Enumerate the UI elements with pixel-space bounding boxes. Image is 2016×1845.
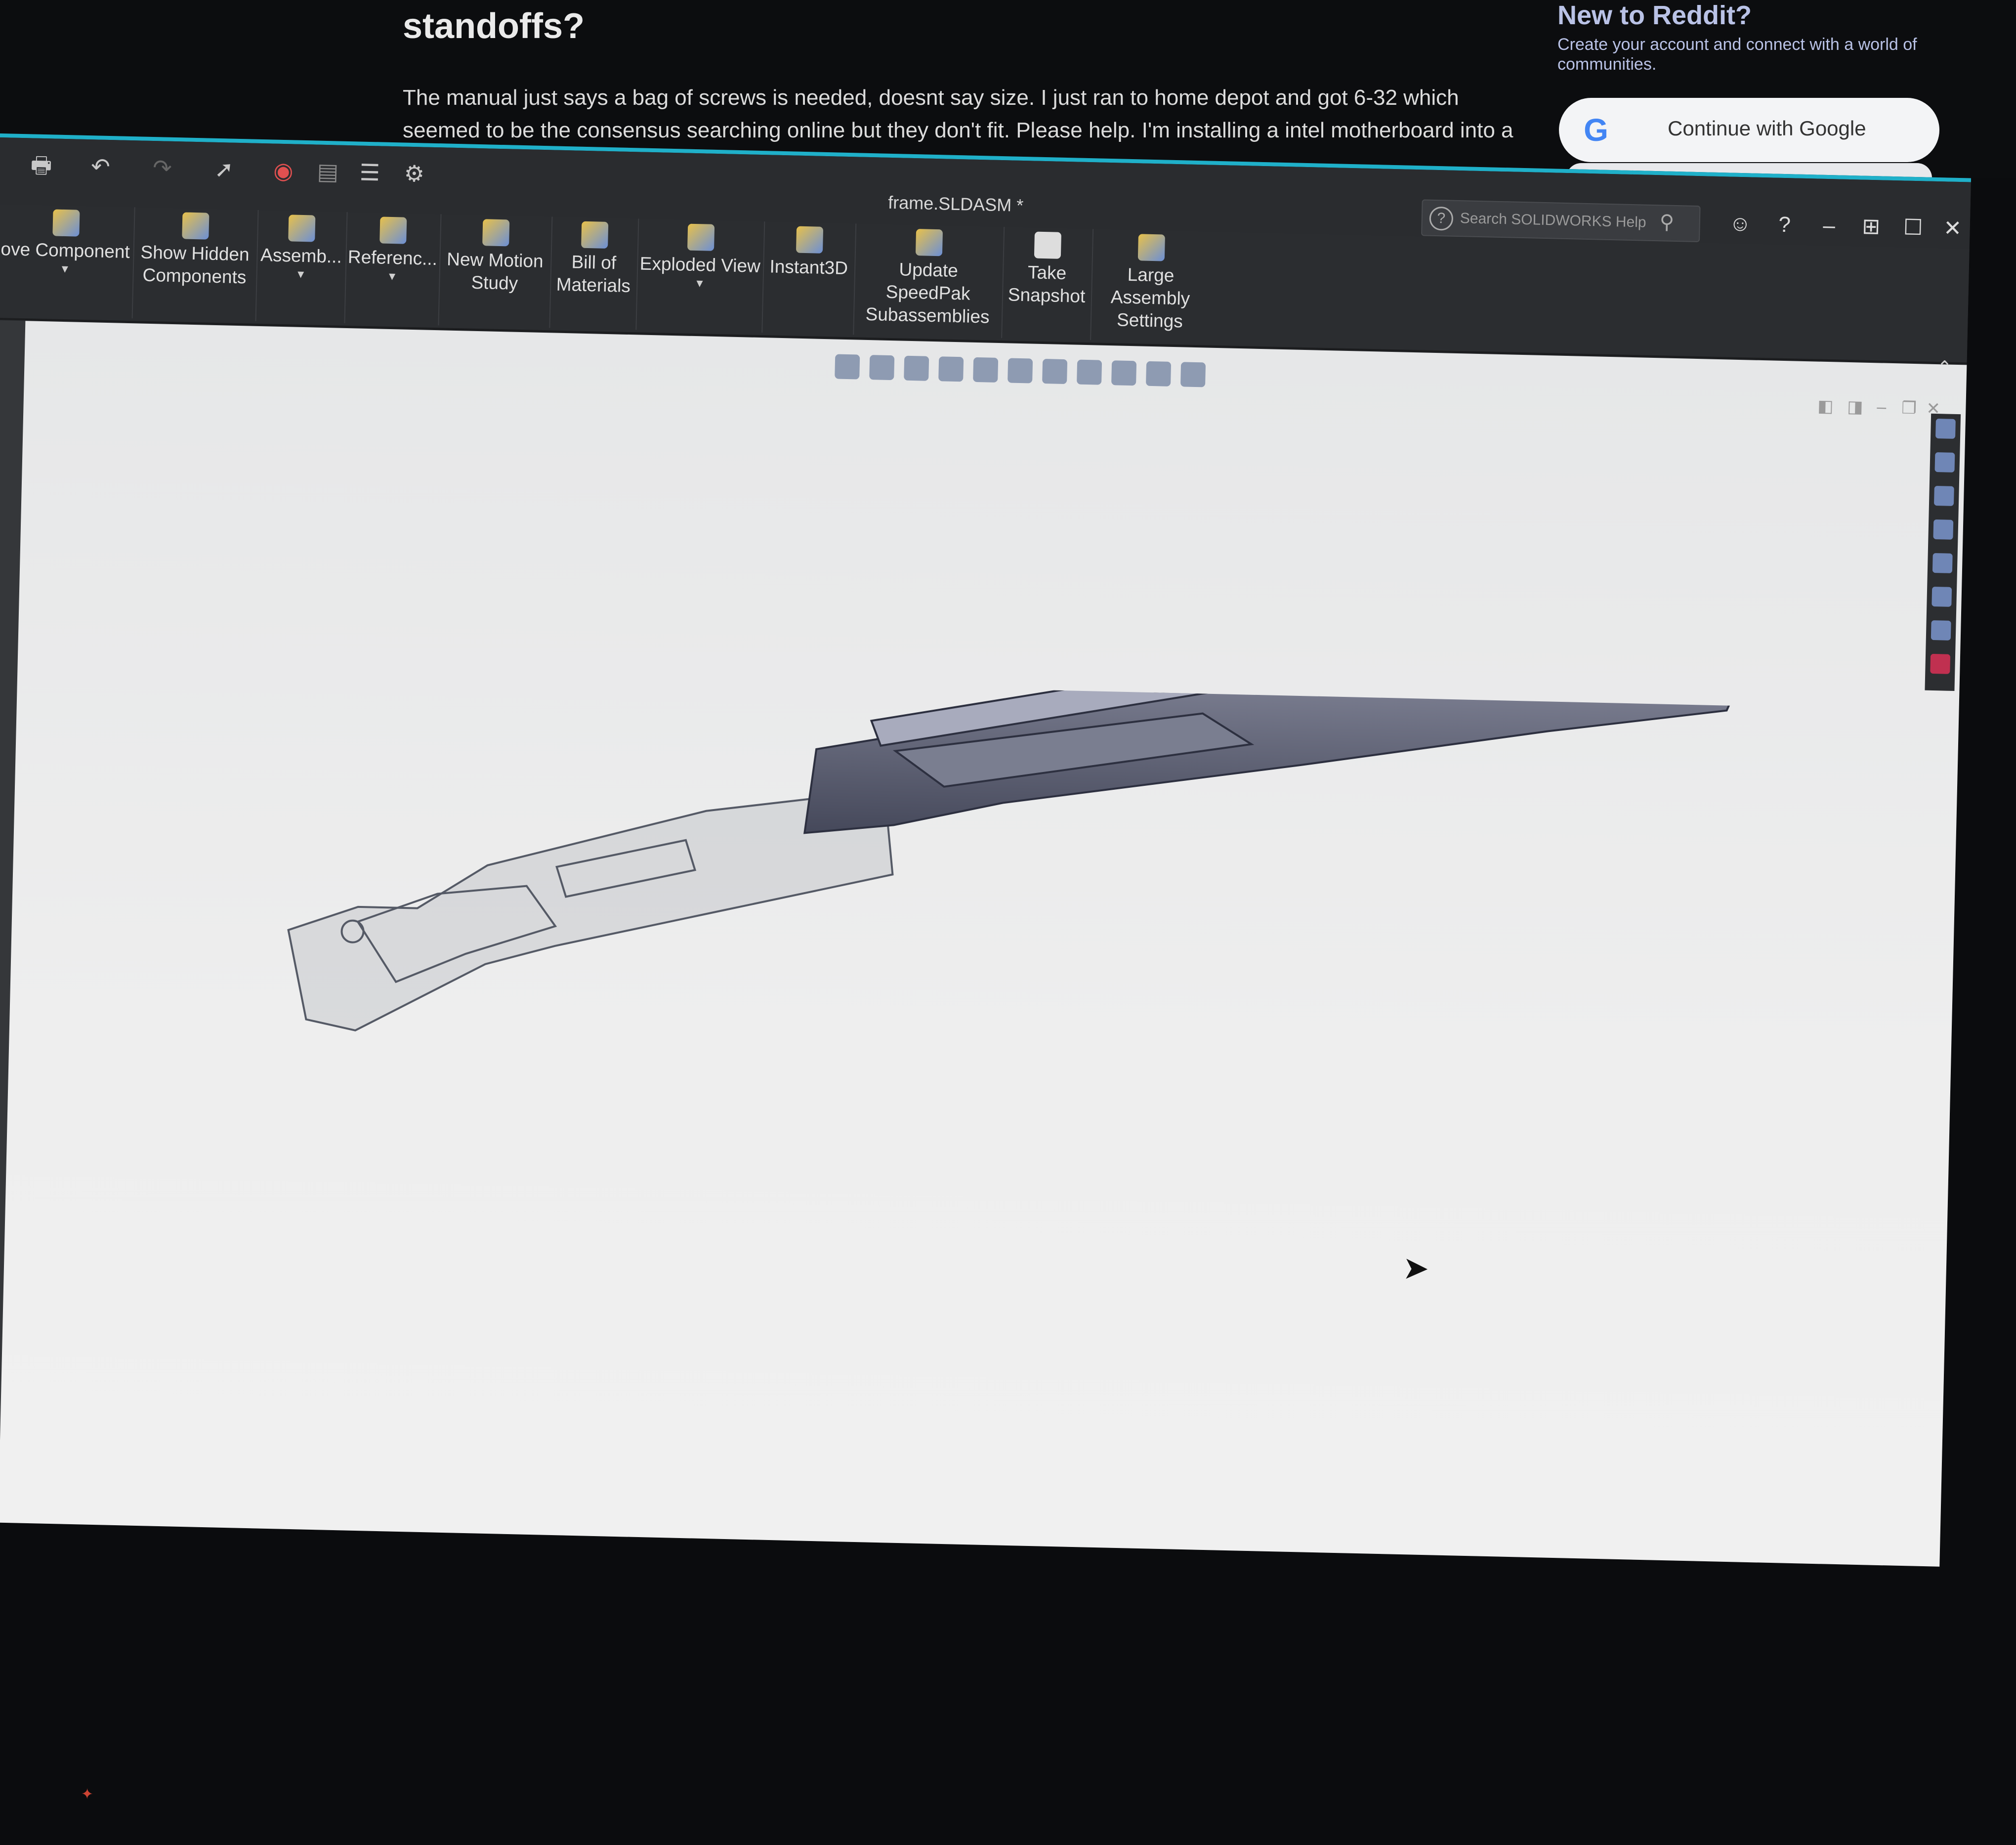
view-settings-icon[interactable] [1180,362,1206,387]
search-icon[interactable]: ⚲ [1659,211,1674,234]
camera-icon [1034,231,1062,259]
assembly-features-icon [288,215,316,242]
solid-frame-part[interactable] [803,671,1770,855]
post-body: The manual just says a bag of screws is … [403,86,1513,142]
sidebar-title: New to Reddit? [1557,0,1752,30]
zoom-to-fit-icon[interactable] [835,354,860,380]
continue-with-google-button[interactable]: G Continue with Google [1559,98,1939,162]
help-menu-icon[interactable]: ? [1767,207,1803,243]
motion-study-icon [482,219,509,247]
bill-of-materials-button[interactable]: Bill of Materials [549,216,639,330]
hide-show-items-icon[interactable] [1077,359,1102,385]
display-style-icon[interactable] [1042,358,1068,385]
redo-icon[interactable]: ↷ [147,152,177,184]
sidebar-text: Create your account and connect with a w… [1557,35,1917,74]
chevron-down-icon[interactable]: ▾ [345,268,439,283]
speedpak-icon [915,229,943,257]
reference-geometry-icon [379,216,407,244]
appearances-icon[interactable] [1932,553,1953,573]
exploded-view-button[interactable]: Exploded View ▾ [635,218,765,333]
chevron-down-icon[interactable]: ▾ [256,266,345,281]
rebuild-icon[interactable]: ◉ [271,154,296,186]
bill-of-materials-icon [581,221,608,249]
file-explorer-icon[interactable] [1933,519,1954,540]
take-snapshot-button[interactable]: Take Snapshot [1001,227,1094,341]
gear-icon[interactable]: ⚙ [399,157,429,189]
transparent-frame-part[interactable] [286,777,894,1043]
resources-icon[interactable] [1934,452,1955,472]
dynamic-annotation-icon[interactable] [973,357,999,383]
post-title: What size screw is needes to screw the m… [403,0,1435,46]
viewport-split2-icon[interactable]: ◨ [1847,397,1863,417]
google-icon: G [1584,112,1608,148]
design-library-icon[interactable] [1933,486,1954,506]
solidworks-community-icon[interactable] [1930,653,1951,674]
undo-icon[interactable]: ↶ [85,150,116,182]
task-pane-tabs [1925,413,1961,691]
custom-properties-icon[interactable] [1932,586,1952,607]
zoom-to-area-icon[interactable] [869,355,895,381]
maximize-icon[interactable]: ☐ [1895,210,1931,246]
new-motion-study-button[interactable]: New Motion Study [438,214,553,328]
viewport-restore-icon[interactable]: ❐ [1901,398,1917,418]
instant3d-icon [796,226,823,254]
mouse-cursor-icon: ➤ [1402,1250,1430,1287]
viewport-minimize-icon[interactable]: – [1877,397,1887,417]
exploded-view-icon [687,223,714,251]
solidworks-window: 🖶 ↶ ↷ ➚ ◉ ▤ ☰ ⚙ frame.SLDASM * ? Search … [0,133,1971,1802]
graphics-viewport[interactable]: ◧ ◨ – ❐ ✕ ➤ ✦ [0,321,1967,1802]
move-component-button[interactable]: ove Component ▾ [0,204,135,319]
show-hidden-components-button[interactable]: Show Hidden Components [131,207,259,321]
options-list-icon[interactable]: ☰ [355,156,385,188]
search-input[interactable]: Search SOLIDWORKS Help [1460,210,1646,231]
help-icon: ? [1429,206,1454,231]
edit-appearance-icon[interactable] [1111,360,1137,386]
viewport-split-icon[interactable]: ◧ [1817,396,1834,417]
move-component-icon [52,209,80,237]
tile-icon[interactable]: ⊞ [1853,209,1889,245]
coordinate-triad-icon: ✦ [81,1786,94,1803]
previous-view-icon[interactable] [904,355,929,381]
large-assembly-icon [1137,234,1165,261]
frame-assembly-model[interactable] [202,671,1796,1300]
update-speedpak-button[interactable]: Update SpeedPak Subassemblies [853,223,1005,339]
forum-icon[interactable] [1931,620,1951,641]
minimize-icon[interactable]: – [1811,208,1847,244]
assembly-features-button[interactable]: Assemb... ▾ [255,210,348,323]
search-box[interactable]: ? Search SOLIDWORKS Help ⚲ [1421,199,1701,243]
file-properties-icon[interactable]: ▤ [313,155,343,187]
heads-up-view-toolbar [835,354,1206,397]
show-hidden-icon [182,212,210,240]
print-icon[interactable]: 🖶 [26,149,56,181]
section-view-icon[interactable] [938,356,964,382]
apply-scene-icon[interactable] [1146,361,1172,386]
large-assembly-settings-button[interactable]: Large Assembly Settings [1090,229,1211,343]
google-button-label: Continue with Google [1668,117,1866,140]
view-orientation-icon[interactable] [1008,358,1033,384]
reference-geometry-button[interactable]: Referenc... ▾ [344,212,442,326]
home-icon[interactable] [1935,419,1956,439]
instant3d-button[interactable]: Instant3D [761,221,857,335]
select-icon[interactable]: ➚ [209,153,239,185]
user-icon[interactable]: ☺ [1722,206,1758,242]
close-icon[interactable]: ✕ [1935,211,1971,247]
window-title: frame.SLDASM * [887,192,1024,216]
